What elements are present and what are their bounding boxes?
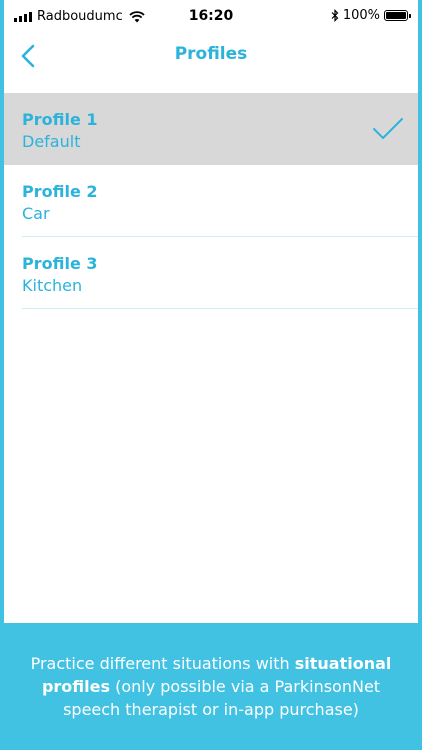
battery-fill: [386, 12, 406, 19]
phone-screen: Radboudumc 16:20 100% Profiles Profile 1…: [4, 0, 418, 623]
battery-icon: [384, 10, 411, 21]
status-bar: Radboudumc 16:20 100%: [4, 0, 418, 32]
caption-part-1: Practice different situations with: [30, 654, 295, 673]
navigation-bar: Profiles: [4, 32, 418, 80]
bluetooth-icon: [331, 9, 339, 22]
status-right: 100%: [331, 8, 411, 23]
profile-title: Profile 2: [22, 182, 98, 201]
promo-caption: Practice different situations with situa…: [0, 623, 422, 750]
row-divider: [22, 308, 418, 309]
page-title: Profiles: [174, 44, 248, 64]
profile-row-1[interactable]: Profile 1 Default: [4, 93, 418, 165]
profile-list: Profile 1 Default Profile 2 Car Profile …: [4, 93, 418, 309]
profile-row-2[interactable]: Profile 2 Car: [4, 165, 418, 237]
profile-row-3[interactable]: Profile 3 Kitchen: [4, 237, 418, 309]
checkmark-icon: [373, 118, 403, 139]
profile-title: Profile 1: [22, 110, 98, 129]
profile-subtitle: Default: [22, 132, 81, 151]
profile-title: Profile 3: [22, 254, 98, 273]
caption-part-2: (only possible via a ParkinsonNet speech…: [63, 677, 381, 719]
profile-subtitle: Car: [22, 204, 50, 223]
battery-percent: 100%: [342, 8, 380, 23]
caption-text: Practice different situations with situa…: [16, 652, 406, 721]
profile-subtitle: Kitchen: [22, 276, 83, 295]
